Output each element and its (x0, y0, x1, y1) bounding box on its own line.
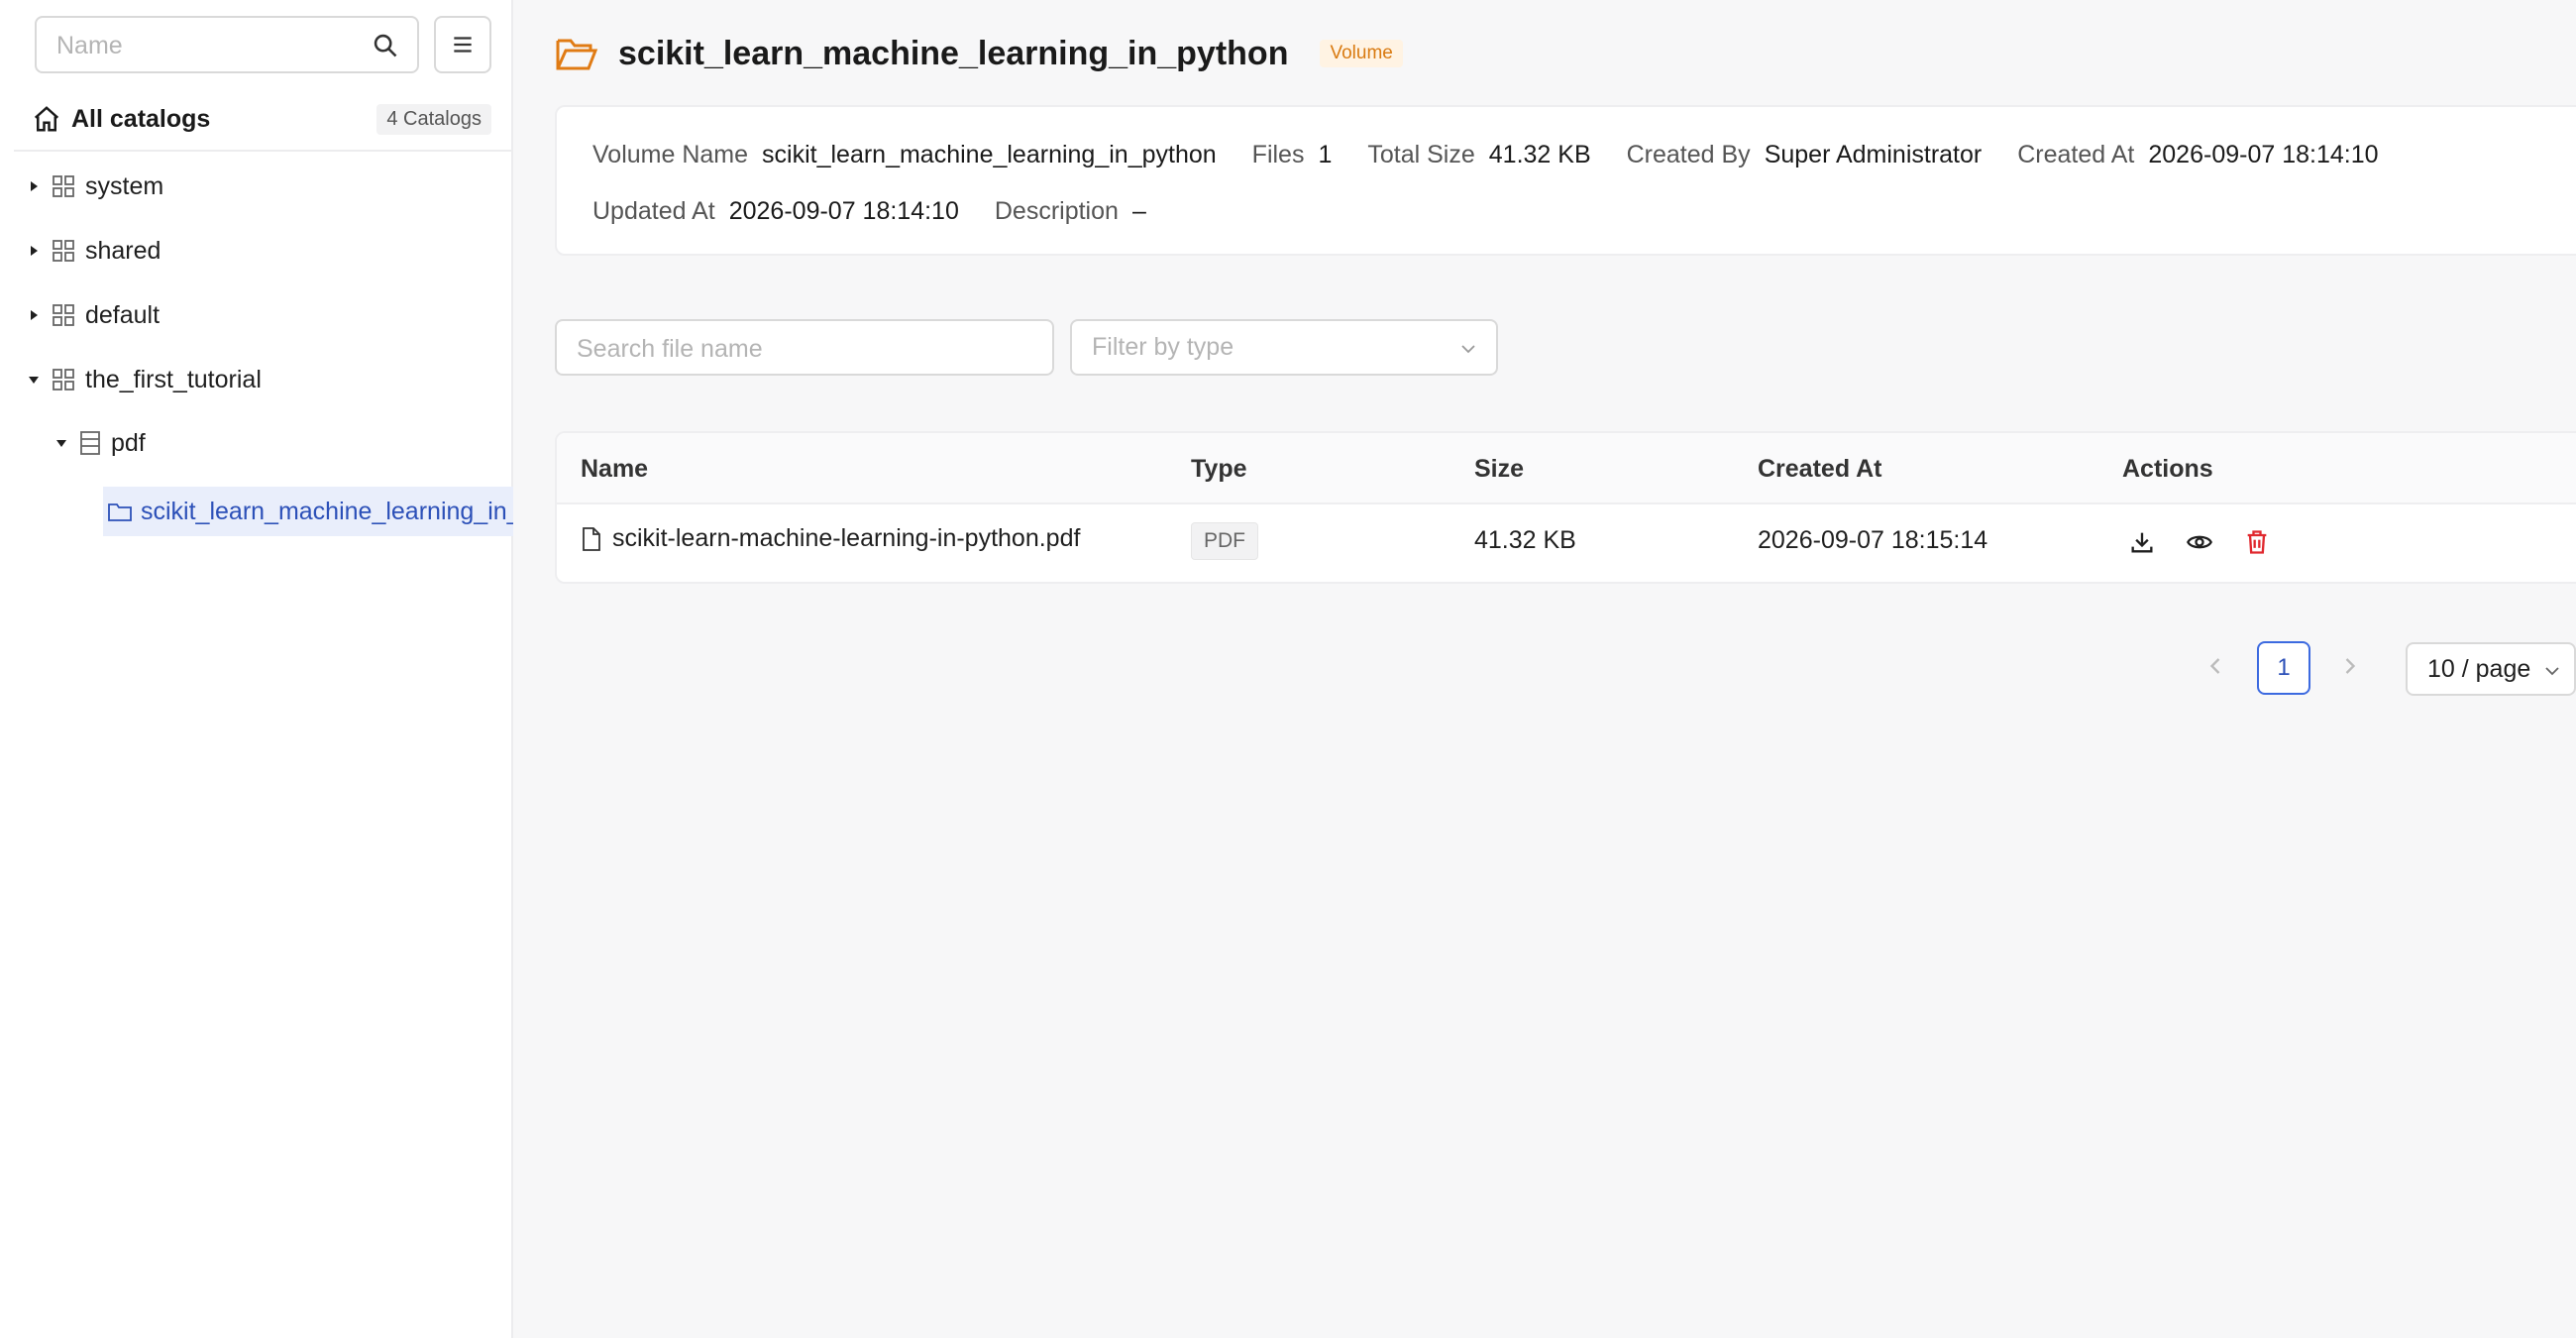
tree-item-the-first-tutorial[interactable]: the_first_tutorial (24, 360, 262, 399)
volume-tag: Volume (1320, 40, 1403, 67)
tree-item-label: system (85, 171, 164, 200)
files-key: Files (1251, 141, 1305, 168)
column-header-name: Name (581, 455, 649, 483)
files-value: 1 (1318, 141, 1333, 168)
sidebar-divider (14, 150, 513, 152)
file-name: scikit-learn-machine-learning-in-python.… (612, 524, 1081, 552)
menu-button[interactable] (434, 16, 491, 73)
file-search-input[interactable] (577, 331, 1032, 367)
created-at-key: Created At (2017, 141, 2135, 168)
catalog-sidebar: All catalogs 4 Catalogs system shared de… (0, 0, 513, 1338)
tree-item-volume-selected[interactable]: scikit_learn_machine_learning_in_python (103, 487, 513, 536)
volume-header: scikit_learn_machine_learning_in_python … (555, 30, 1403, 77)
catalog-grid-icon (53, 369, 74, 390)
caret-down-icon[interactable] (52, 433, 71, 453)
caret-right-icon[interactable] (24, 241, 44, 261)
chevron-down-icon (2545, 667, 2559, 676)
created-by-value: Super Administrator (1764, 141, 1983, 168)
file-type-badge: PDF (1191, 522, 1258, 560)
volume-name-key: Volume Name (592, 141, 749, 168)
tree-item-label: pdf (111, 428, 146, 457)
description-key: Description (994, 197, 1119, 225)
type-filter-select[interactable]: Filter by type (1070, 319, 1498, 376)
tree-item-schema-pdf[interactable]: pdf (52, 423, 146, 463)
catalog-search-input[interactable] (56, 28, 354, 63)
download-icon[interactable] (2128, 528, 2156, 556)
home-icon (34, 106, 59, 132)
info-row-1: Volume Name scikit_learn_machine_learnin… (592, 141, 2415, 169)
column-header-created-at: Created At (1758, 455, 1882, 483)
pagination-page-1[interactable]: 1 (2257, 641, 2310, 695)
tree-item-label: default (85, 300, 161, 329)
all-catalogs-row[interactable]: All catalogs 4 Catalogs (32, 99, 491, 139)
column-header-actions: Actions (2122, 455, 2213, 483)
open-folder-icon (556, 39, 598, 70)
catalog-count-badge: 4 Catalogs (376, 103, 491, 135)
file-size-cell: 41.32 KB (1474, 526, 1576, 554)
volume-info-card: Volume Name scikit_learn_machine_learnin… (555, 105, 2576, 256)
tree-item-label: scikit_learn_machine_learning_in_python (141, 497, 513, 525)
total-size-value: 41.32 KB (1488, 141, 1591, 168)
tree-item-default[interactable]: default (24, 295, 160, 335)
files-table: Name Type Size Created At Actions scikit… (555, 431, 2576, 584)
updated-at-key: Updated At (592, 197, 715, 225)
catalog-grid-icon (53, 240, 74, 262)
catalog-grid-icon (53, 304, 74, 326)
pagination-next-icon[interactable] (2336, 652, 2364, 680)
description-value: – (1131, 197, 1146, 225)
volume-name-value: scikit_learn_machine_learning_in_python (762, 141, 1217, 168)
file-created-at-cell: 2026-09-07 18:15:14 (1758, 526, 1988, 554)
file-icon (583, 526, 600, 551)
created-by-key: Created By (1626, 141, 1751, 168)
catalog-grid-icon (53, 175, 74, 197)
caret-down-icon[interactable] (24, 370, 44, 390)
hamburger-icon (454, 37, 472, 53)
type-filter-placeholder: Filter by type (1092, 333, 1234, 361)
page-title: scikit_learn_machine_learning_in_python (618, 34, 1289, 72)
created-at-value: 2026-09-07 18:14:10 (2148, 141, 2379, 168)
tree-item-label: the_first_tutorial (85, 365, 262, 393)
file-type-cell: PDF (1191, 522, 1258, 560)
delete-trash-icon[interactable] (2243, 528, 2271, 556)
chevron-down-icon (1461, 345, 1475, 354)
updated-at-value: 2026-09-07 18:14:10 (728, 197, 959, 225)
caret-right-icon[interactable] (24, 176, 44, 196)
folder-icon (108, 503, 132, 521)
tree-item-label: shared (85, 236, 161, 265)
page-size-value: 10 / page (2427, 654, 2531, 683)
catalog-search-box[interactable] (35, 16, 419, 73)
preview-eye-icon[interactable] (2186, 528, 2213, 556)
table-header: Name Type Size Created At Actions (557, 433, 2576, 504)
tree-item-system[interactable]: system (24, 167, 163, 206)
page-size-select[interactable]: 10 / page (2406, 642, 2576, 696)
all-catalogs-label: All catalogs (71, 104, 211, 133)
search-icon[interactable] (372, 32, 399, 59)
pagination-prev-icon[interactable] (2201, 652, 2229, 680)
column-header-size: Size (1474, 455, 1525, 483)
column-header-type: Type (1191, 455, 1247, 483)
file-name-cell[interactable]: scikit-learn-machine-learning-in-python.… (581, 524, 1080, 553)
caret-right-icon[interactable] (24, 305, 44, 325)
info-row-2: Updated At 2026-09-07 18:14:10 Descripti… (592, 197, 1182, 226)
file-search-box[interactable] (555, 319, 1054, 376)
tree-item-shared[interactable]: shared (24, 231, 161, 271)
schema-table-icon (80, 431, 100, 455)
total-size-key: Total Size (1367, 141, 1475, 168)
